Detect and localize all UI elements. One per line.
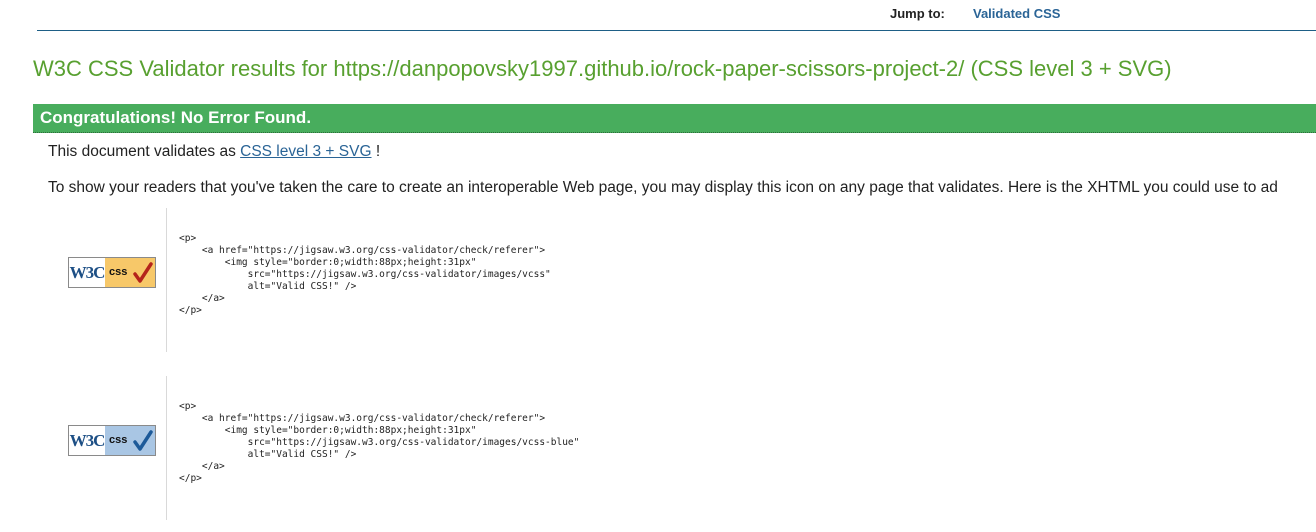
badge-block-blue: W3C css <p> <a href="https://jigsaw.w3.o… [0, 376, 1316, 520]
readers-instructions: To show your readers that you've taken t… [48, 179, 1278, 196]
jump-bar: Jump to: Validated CSS [37, 0, 1316, 31]
css-level-link[interactable]: CSS level 3 + SVG [240, 143, 371, 160]
checkmark-icon [133, 262, 153, 283]
validates-statement: This document validates as CSS level 3 +… [48, 143, 380, 161]
code-divider [166, 208, 167, 352]
success-banner-text: Congratulations! No Error Found. [40, 108, 312, 127]
validates-suffix: ! [371, 143, 381, 160]
w3c-logo: W3C [69, 426, 105, 455]
valid-css-badge-blue[interactable]: W3C css [68, 425, 156, 456]
w3c-logo-text: W3C [69, 431, 106, 450]
badge-code-snippet: <p> <a href="https://jigsaw.w3.org/css-v… [179, 233, 551, 316]
badge-code-snippet: <p> <a href="https://jigsaw.w3.org/css-v… [179, 401, 580, 484]
validator-page: Jump to: Validated CSS W3C CSS Validator… [0, 0, 1316, 532]
code-divider [166, 376, 167, 520]
page-title: W3C CSS Validator results for https://da… [33, 56, 1172, 81]
checkmark-icon [133, 430, 153, 451]
valid-css-badge-gold[interactable]: W3C css [68, 257, 156, 288]
validates-prefix: This document validates as [48, 143, 241, 160]
w3c-logo-text: W3C [69, 263, 106, 282]
w3c-logo: W3C [69, 258, 105, 287]
jump-validated-css-link[interactable]: Validated CSS [973, 6, 1060, 21]
success-banner: Congratulations! No Error Found. [33, 104, 1316, 133]
jump-to-label: Jump to: [890, 6, 945, 21]
badge-block-gold: W3C css <p> <a href="https://jigsaw.w3.o… [0, 208, 1316, 352]
